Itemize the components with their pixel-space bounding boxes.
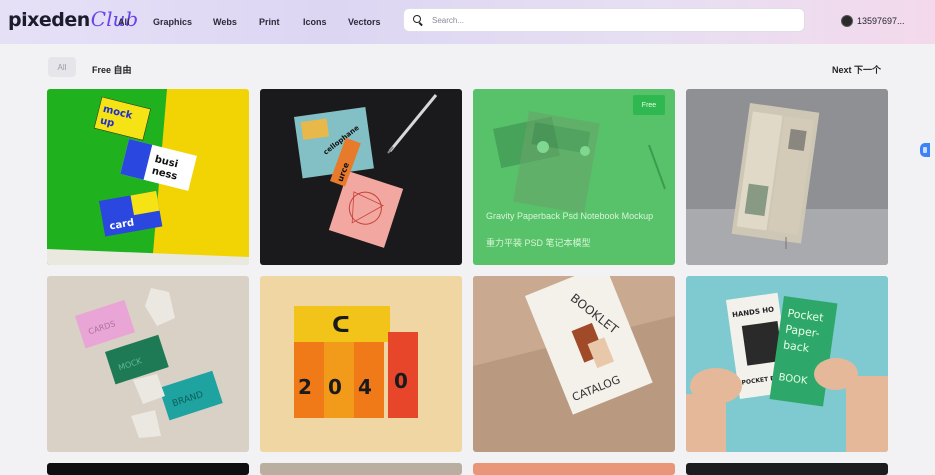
- branding-cards-image: CARDS MOCK BRAND: [47, 276, 249, 452]
- svg-text:0: 0: [328, 375, 342, 399]
- box-packaging-image: ᑕ 2 0 4 0: [260, 276, 462, 452]
- nav-icons[interactable]: Icons: [303, 17, 327, 27]
- nav-all[interactable]: All: [118, 17, 130, 27]
- nav-webs[interactable]: Webs: [213, 17, 237, 27]
- filter-free-button[interactable]: Free 自由: [92, 63, 132, 76]
- card-gravity-paperback-notebook-mockup[interactable]: Free Gravity Paperback Psd Notebook Mock…: [473, 89, 675, 265]
- card-cellophane-packaging-mockup[interactable]: cellophane urce: [260, 89, 462, 265]
- card-row3-2[interactable]: [260, 463, 462, 475]
- card-row3-3[interactable]: [473, 463, 675, 475]
- floating-book-image: [686, 89, 888, 265]
- pocket-book-image: HANDS HO POCKET BO Pocket Paper- back BO…: [686, 276, 888, 452]
- card-box-packaging-mockup[interactable]: ᑕ 2 0 4 0: [260, 276, 462, 452]
- top-header: pixeden Club All Graphics Webs Print Ico…: [0, 0, 935, 44]
- free-badge: Free: [633, 95, 665, 115]
- business-card-image: mock up busi ness card: [47, 89, 249, 265]
- svg-text:4: 4: [358, 375, 372, 399]
- svg-text:0: 0: [394, 369, 408, 393]
- card-title: Gravity Paperback Psd Notebook Mockup: [486, 211, 654, 221]
- card-business-card-mockup[interactable]: mock up busi ness card: [47, 89, 249, 265]
- nav-graphics[interactable]: Graphics: [153, 17, 192, 27]
- nav-print[interactable]: Print: [259, 17, 280, 27]
- nav-vectors[interactable]: Vectors: [348, 17, 381, 27]
- logo-main-text: pixeden: [8, 9, 90, 31]
- cellophane-image: cellophane urce: [260, 89, 462, 265]
- svg-text:2: 2: [298, 375, 312, 399]
- next-page-link[interactable]: Next 下一个: [832, 63, 881, 76]
- user-menu[interactable]: 13597697...: [841, 15, 905, 27]
- search-input[interactable]: [432, 15, 772, 25]
- search-box[interactable]: [403, 8, 805, 32]
- card-booklet-catalog-mockup[interactable]: BOOKLET CATALOG: [473, 276, 675, 452]
- svg-text:ᑕ: ᑕ: [332, 313, 350, 338]
- user-name[interactable]: 13597697...: [857, 16, 905, 26]
- card-branding-cards-mockup[interactable]: CARDS MOCK BRAND: [47, 276, 249, 452]
- logo-club-text: Club: [90, 7, 139, 31]
- card-pocket-paperback-book-mockup[interactable]: HANDS HO POCKET BO Pocket Paper- back BO…: [686, 276, 888, 452]
- booklet-image: BOOKLET CATALOG: [473, 276, 675, 452]
- search-icon: [413, 14, 424, 26]
- filter-all-button[interactable]: All: [48, 57, 76, 77]
- card-subtitle: 重力平装 PSD 笔记本模型: [486, 238, 591, 248]
- card-floating-book-mockup[interactable]: [686, 89, 888, 265]
- card-row3-4[interactable]: [686, 463, 888, 475]
- card-row3-1[interactable]: [47, 463, 249, 475]
- avatar[interactable]: [841, 15, 853, 27]
- side-widget-icon[interactable]: [920, 143, 930, 157]
